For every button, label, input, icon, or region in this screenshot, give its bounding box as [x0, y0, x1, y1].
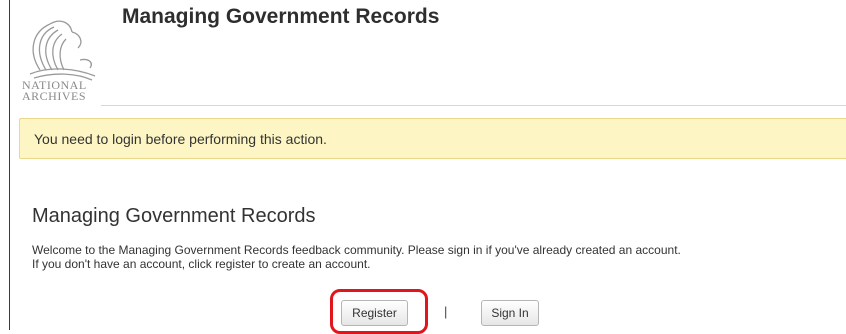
welcome-text: Welcome to the Managing Government Recor… — [32, 243, 846, 271]
button-separator: | — [444, 304, 448, 319]
logo-wordmark: NATIONAL ARCHIVES — [22, 79, 114, 103]
alert-message: You need to login before performing this… — [34, 131, 327, 147]
welcome-line-2: If you don't have an account, click regi… — [32, 257, 371, 271]
login-required-alert: You need to login before performing this… — [19, 118, 846, 159]
header-divider — [101, 105, 846, 106]
page-heading: Managing Government Records — [32, 205, 316, 227]
site-title: Managing Government Records — [122, 5, 440, 28]
welcome-line-1: Welcome to the Managing Government Recor… — [32, 243, 681, 257]
register-button[interactable]: Register — [341, 300, 408, 326]
sign-in-button[interactable]: Sign In — [481, 300, 539, 326]
page-frame — [9, 0, 846, 330]
logo-line-archives: ARCHIVES — [22, 89, 87, 103]
